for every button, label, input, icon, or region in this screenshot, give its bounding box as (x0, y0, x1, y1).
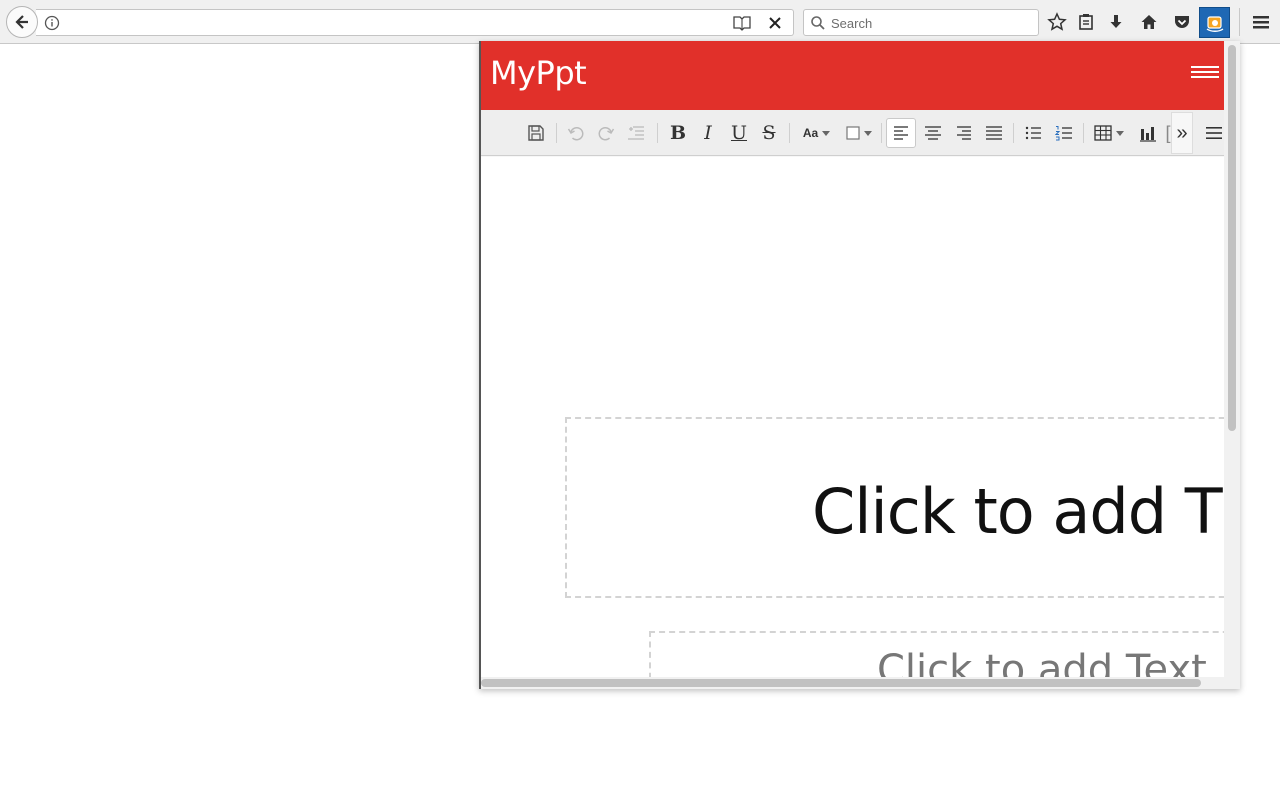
color-picker-dropdown[interactable] (843, 118, 875, 148)
bookmarks-library-icon[interactable] (1075, 11, 1097, 33)
title-placeholder[interactable]: Click to add Tit (565, 417, 1224, 598)
toolbar-separator (657, 123, 658, 143)
font-size-label: Aa (802, 126, 819, 140)
options-menu-icon[interactable] (1203, 118, 1225, 148)
menu-icon[interactable] (1250, 11, 1272, 33)
more-tools-button[interactable]: » (1171, 112, 1193, 154)
toolbar-separator (556, 123, 557, 143)
underline-icon[interactable]: U (728, 118, 750, 148)
insert-table-dropdown[interactable] (1091, 118, 1127, 148)
pocket-icon[interactable] (1171, 11, 1193, 33)
numbered-list-icon[interactable] (1052, 118, 1076, 148)
align-left-icon[interactable] (886, 118, 916, 148)
text-placeholder-text: Click to add Text (877, 647, 1207, 677)
chevron-down-icon (863, 131, 872, 136)
reader-view-icon[interactable] (732, 14, 752, 32)
stop-icon[interactable] (766, 14, 784, 32)
toolbar-separator (1013, 123, 1014, 143)
vertical-scrollbar-thumb[interactable] (1228, 45, 1236, 431)
bold-icon[interactable]: B (667, 118, 689, 148)
toolbar-separator (1083, 123, 1084, 143)
insert-chart-icon[interactable] (1136, 118, 1160, 148)
myppt-extension-icon[interactable] (1199, 7, 1230, 38)
browser-toolbar: Search (0, 0, 1280, 44)
horizontal-scrollbar[interactable] (481, 677, 1224, 689)
myppt-popup-panel: MyPpt B I U S Aa [» Click to add Tit Cl… (479, 41, 1240, 689)
justify-icon[interactable] (981, 118, 1007, 148)
toolbar-divider (1239, 8, 1240, 36)
home-icon[interactable] (1138, 11, 1160, 33)
url-bar[interactable] (36, 9, 794, 36)
save-icon[interactable] (525, 118, 547, 148)
app-header: MyPpt (481, 41, 1224, 110)
vertical-scrollbar[interactable] (1224, 41, 1240, 689)
more-tools-label: » (1176, 121, 1188, 144)
back-button[interactable] (6, 6, 38, 38)
search-input[interactable]: Search (831, 16, 872, 31)
clear-format-icon[interactable] (625, 118, 647, 148)
color-swatch-icon (845, 126, 860, 140)
text-placeholder[interactable]: Click to add Text (649, 631, 1224, 677)
redo-icon[interactable] (595, 118, 617, 148)
italic-icon[interactable]: I (697, 118, 719, 148)
download-icon[interactable] (1105, 11, 1127, 33)
toolbar-separator (881, 123, 882, 143)
align-center-icon[interactable] (920, 118, 946, 148)
horizontal-scrollbar-thumb[interactable] (481, 679, 1201, 687)
app-menu-icon[interactable] (1191, 63, 1219, 83)
chevron-down-icon (1115, 131, 1124, 136)
font-size-dropdown[interactable]: Aa (799, 118, 835, 148)
search-bar[interactable]: Search (803, 9, 1039, 36)
chevron-down-icon (822, 131, 831, 136)
slide-canvas[interactable]: Click to add Tit Click to add Text (481, 157, 1224, 677)
table-icon (1093, 125, 1112, 141)
toolbar-separator (789, 123, 790, 143)
bullet-list-icon[interactable] (1021, 118, 1045, 148)
search-icon (810, 15, 826, 31)
undo-icon[interactable] (565, 118, 587, 148)
align-right-icon[interactable] (951, 118, 977, 148)
strikethrough-icon[interactable]: S (758, 118, 780, 148)
title-placeholder-text: Click to add Tit (812, 475, 1224, 548)
info-icon[interactable] (44, 15, 60, 31)
app-title: MyPpt (490, 54, 587, 92)
editor-toolbar: B I U S Aa [» (481, 110, 1224, 156)
bookmark-star-icon[interactable] (1046, 11, 1068, 33)
back-arrow-icon (15, 15, 28, 29)
